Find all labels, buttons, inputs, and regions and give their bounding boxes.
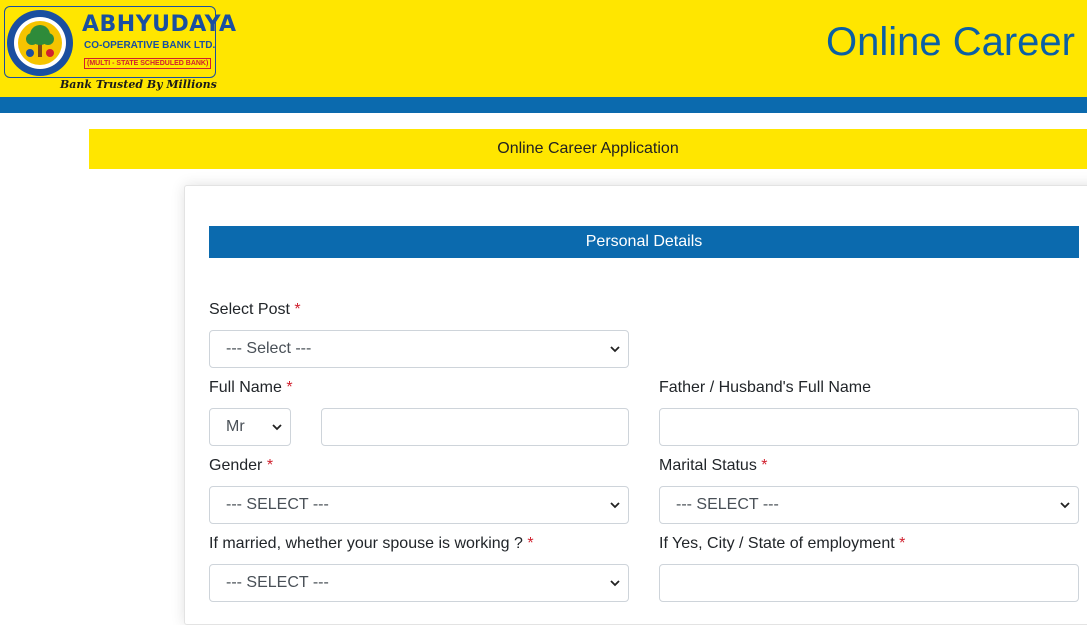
select-post-label: Select Post * (209, 301, 301, 319)
chevron-down-icon (272, 424, 282, 431)
spouse-working-label: If married, whether your spouse is worki… (209, 535, 534, 553)
bank-logo[interactable]: ABHYUDAYA CO-OPERATIVE BANK LTD. (MULTI … (4, 6, 236, 92)
father-husband-name-input[interactable] (659, 408, 1079, 446)
employment-location-label: If Yes, City / State of employment * (659, 535, 905, 553)
gender-label: Gender * (209, 457, 273, 475)
logo-bank-name: ABHYUDAYA (82, 12, 237, 37)
father-husband-name-label: Father / Husband's Full Name (659, 379, 871, 397)
required-marker: * (286, 379, 293, 396)
full-name-input[interactable] (321, 408, 629, 446)
chevron-down-icon (610, 580, 620, 587)
spouse-working-label-text: If married, whether your spouse is worki… (209, 535, 523, 552)
select-post-value: --- Select --- (226, 340, 312, 357)
required-marker: * (761, 457, 768, 474)
required-marker: * (266, 457, 274, 474)
name-title-dropdown[interactable]: Mr (209, 408, 291, 446)
spouse-working-value: --- SELECT --- (226, 574, 329, 591)
header-divider (0, 97, 1087, 113)
marital-status-value: --- SELECT --- (676, 496, 779, 513)
required-marker: * (899, 535, 906, 552)
marital-status-label: Marital Status * (659, 457, 768, 475)
required-marker: * (527, 535, 534, 552)
marital-status-label-text: Marital Status (659, 457, 757, 474)
bank-seal-icon (7, 10, 73, 76)
chevron-down-icon (610, 346, 620, 353)
application-banner: Online Career Application (89, 129, 1087, 169)
select-post-dropdown[interactable]: --- Select --- (209, 330, 629, 368)
marital-status-dropdown[interactable]: --- SELECT --- (659, 486, 1079, 524)
required-marker: * (294, 301, 301, 318)
full-name-label: Full Name * (209, 379, 293, 397)
employment-location-input[interactable] (659, 564, 1079, 602)
section-header-personal-details: Personal Details (209, 226, 1079, 258)
chevron-down-icon (1060, 502, 1070, 509)
logo-tagline: Bank Trusted By Millions (60, 78, 217, 91)
select-post-label-text: Select Post (209, 301, 290, 318)
chevron-down-icon (610, 502, 620, 509)
gender-value: --- SELECT --- (226, 496, 329, 513)
page-title: Online Career (825, 20, 1075, 64)
gender-label-text: Gender (209, 457, 263, 474)
logo-bank-status: (MULTI - STATE SCHEDULED BANK) (84, 58, 212, 69)
full-name-label-text: Full Name (209, 379, 282, 396)
name-title-value: Mr (226, 418, 245, 435)
gender-dropdown[interactable]: --- SELECT --- (209, 486, 629, 524)
father-husband-name-label-text: Father / Husband's Full Name (659, 379, 872, 396)
employment-location-label-text: If Yes, City / State of employment (659, 535, 895, 552)
logo-bank-subtitle: CO-OPERATIVE BANK LTD. (84, 40, 216, 51)
spouse-working-dropdown[interactable]: --- SELECT --- (209, 564, 629, 602)
